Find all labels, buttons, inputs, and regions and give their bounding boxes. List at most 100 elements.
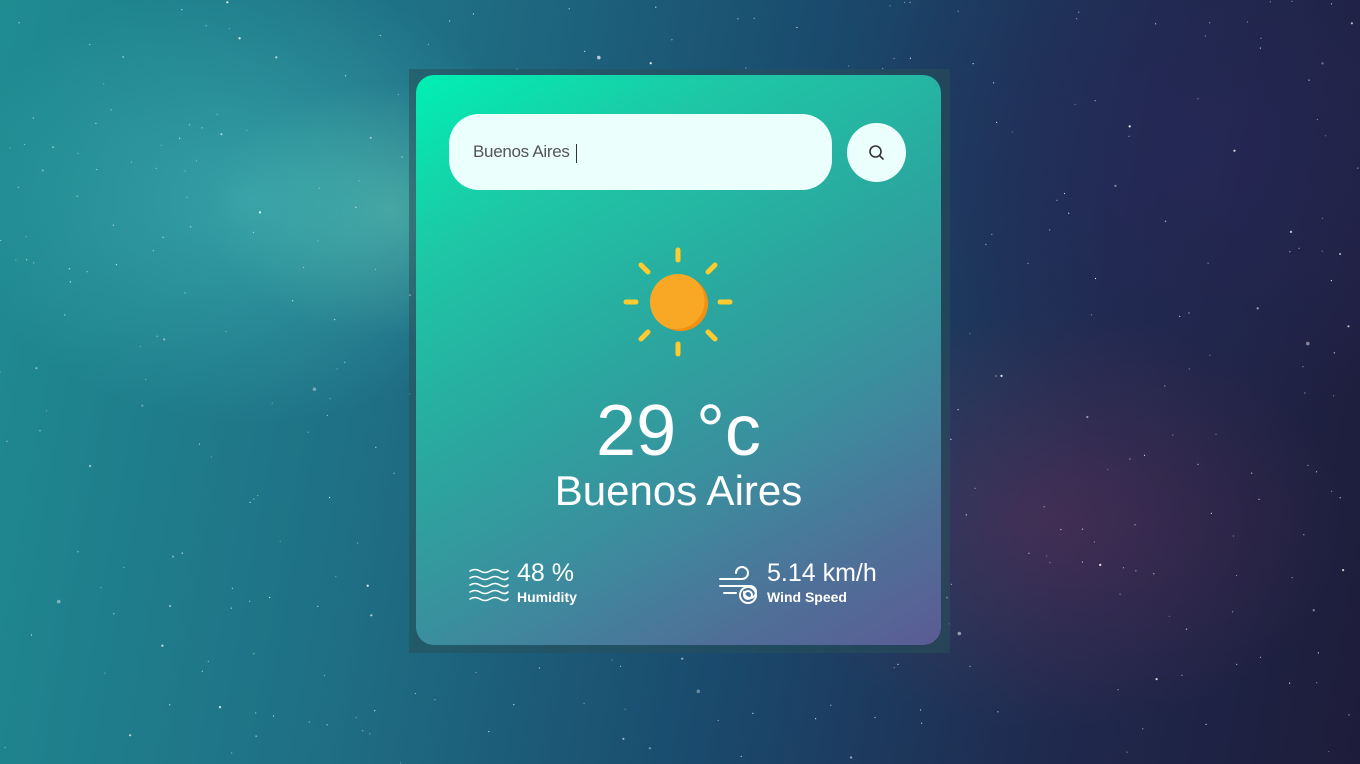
star [374, 710, 376, 712]
humidity-detail: 48 % Humidity [468, 559, 618, 609]
star [129, 734, 132, 737]
star [1298, 247, 1300, 249]
star [163, 338, 166, 341]
star [1289, 682, 1291, 684]
star [355, 206, 357, 208]
star [1164, 220, 1167, 222]
star [1143, 454, 1146, 456]
wind-detail: 5.14 km/h Wind Speed [718, 559, 918, 609]
star [830, 704, 832, 706]
star [1060, 528, 1062, 531]
search-icon [868, 144, 884, 160]
star [597, 55, 601, 60]
star [1321, 217, 1323, 219]
star [995, 375, 997, 377]
star [717, 719, 719, 722]
star [195, 160, 197, 162]
star [1119, 593, 1121, 595]
star [169, 604, 172, 608]
star [969, 665, 971, 667]
star [957, 409, 959, 411]
star [207, 660, 209, 662]
star [292, 300, 294, 302]
star [1068, 212, 1070, 214]
star [1142, 728, 1144, 730]
wind-icon [719, 566, 757, 604]
star [1350, 22, 1353, 25]
star [957, 10, 959, 12]
sun-icon [623, 247, 733, 357]
star [1117, 689, 1119, 691]
star [1074, 103, 1076, 105]
star [1269, 1, 1271, 3]
star [1135, 570, 1137, 572]
star [393, 472, 395, 474]
star [201, 127, 203, 129]
star [220, 133, 223, 136]
star [427, 43, 429, 46]
star [161, 644, 164, 647]
star [909, 1, 911, 3]
star [369, 733, 371, 735]
star [122, 55, 125, 59]
star [1128, 135, 1130, 137]
star [318, 187, 320, 189]
star [997, 711, 999, 713]
star [329, 496, 331, 499]
star [920, 709, 922, 711]
star [1357, 167, 1359, 169]
star [179, 137, 181, 139]
star [488, 731, 490, 733]
star [317, 605, 319, 608]
star [1205, 723, 1207, 725]
star [737, 18, 739, 20]
star [145, 378, 147, 380]
star [965, 514, 967, 516]
star [1063, 192, 1066, 195]
star [336, 368, 338, 370]
star [1114, 184, 1117, 187]
star [1155, 678, 1158, 681]
star [1164, 385, 1166, 387]
star [1315, 471, 1318, 473]
star [139, 345, 141, 347]
star [228, 28, 230, 30]
star [156, 335, 158, 337]
star [974, 487, 976, 489]
star [123, 566, 125, 569]
star [513, 704, 515, 706]
star [1236, 663, 1238, 666]
star [1342, 569, 1345, 572]
star [1246, 21, 1249, 23]
star [369, 136, 372, 139]
star [366, 584, 369, 587]
star [1134, 524, 1136, 526]
star [33, 262, 35, 264]
star [249, 501, 251, 503]
search-input[interactable] [449, 114, 832, 190]
star [622, 737, 625, 740]
star [1316, 118, 1318, 121]
star [335, 575, 337, 578]
star [1128, 125, 1131, 128]
star [1348, 714, 1350, 716]
star [1331, 490, 1333, 492]
star [375, 446, 377, 448]
weather-card: 29 °c Buenos Aires 48 % Humidity 5.14 [416, 75, 941, 645]
star [6, 440, 8, 442]
star [475, 671, 477, 674]
star [1339, 497, 1341, 499]
star [1317, 652, 1319, 654]
star [568, 8, 570, 10]
star [993, 82, 995, 84]
star [681, 657, 684, 660]
star [472, 13, 474, 15]
star [89, 464, 92, 468]
star [957, 631, 962, 636]
star [1027, 262, 1029, 264]
star [344, 75, 347, 77]
star [269, 596, 271, 599]
star [374, 268, 377, 270]
star [1179, 315, 1181, 317]
search-button[interactable] [847, 123, 906, 182]
